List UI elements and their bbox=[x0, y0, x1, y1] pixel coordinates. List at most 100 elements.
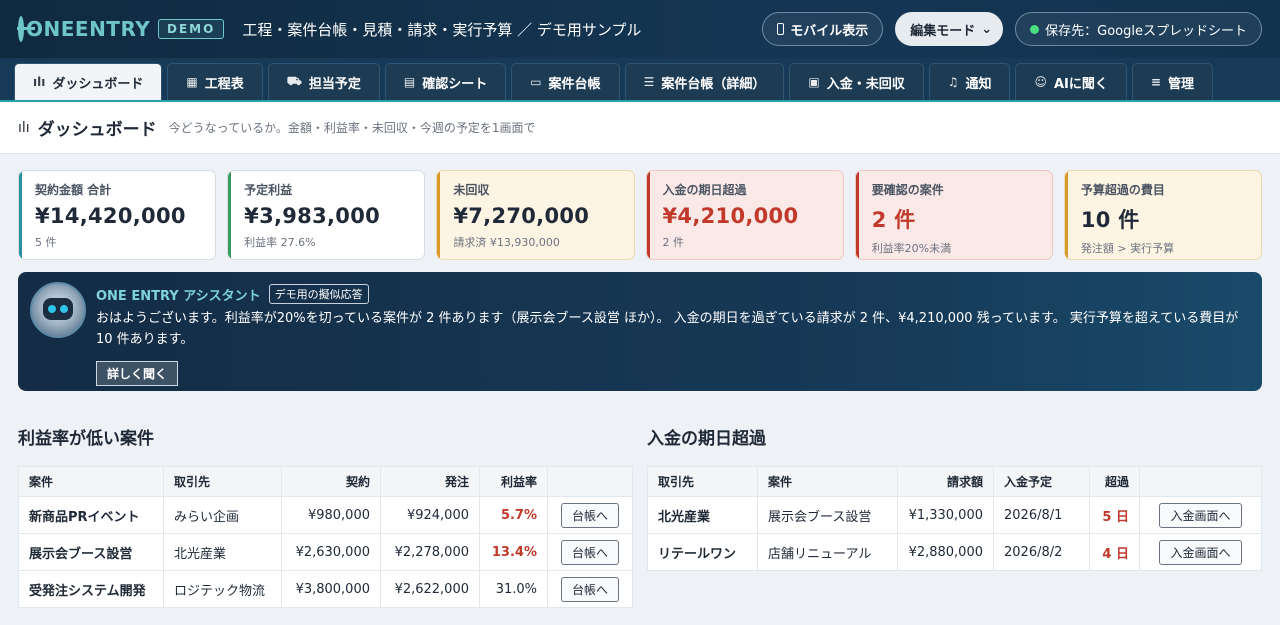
tab-label: AIに聞く bbox=[1054, 76, 1108, 92]
tab-bell[interactable]: ♫ 通知 bbox=[928, 63, 1011, 100]
tab-label: 案件台帳（詳細） bbox=[661, 76, 766, 92]
app-logo[interactable]: ONEENTRY bbox=[17, 16, 151, 42]
kpi-value: 10 件 bbox=[1080, 208, 1140, 232]
action-cell: 入金画面へ bbox=[1139, 496, 1262, 534]
table-row: 受発注システム開発 ロジテック物流 ¥3,800,000 ¥2,622,000 31.0… bbox=[18, 570, 633, 608]
tab-money[interactable]: ▣ 入金・未回収 bbox=[789, 63, 924, 100]
tab-folder[interactable]: ▭ 案件台帳 bbox=[511, 63, 620, 100]
kpi-label: 予算超過の費目 bbox=[1080, 183, 1165, 197]
top-actions: モバイル表示 編集モード ⌄ 保存先：Googleスプレッドシート bbox=[762, 12, 1262, 46]
tab-chart[interactable]: ılı ダッシュボード bbox=[14, 63, 163, 100]
mobile-view-button[interactable]: モバイル表示 bbox=[762, 12, 884, 46]
margin-cell: 31.0% bbox=[479, 570, 548, 608]
robot-icon: ☺ bbox=[1034, 75, 1047, 89]
list-icon: ☰ bbox=[643, 75, 655, 89]
order-cell: ¥924,000 bbox=[380, 496, 480, 534]
kpi-card: 予定利益 ¥3,983,000 利益率 27.6% bbox=[227, 170, 426, 260]
kpi-card: 契約金額 合計 ¥14,420,000 5 件 bbox=[18, 170, 217, 260]
tab-label: 担当予定 bbox=[308, 76, 361, 92]
page-header: ılı ダッシュボード 今どうなっているか。金額・利益率・未回収・今週の予定を1… bbox=[0, 102, 1280, 154]
kpi-card: 入金の期日超過 ¥4,210,000 2 件 bbox=[645, 170, 844, 260]
column-header bbox=[547, 466, 633, 497]
order-cell: ¥2,278,000 bbox=[380, 533, 480, 571]
client-cell: リテールワン bbox=[647, 533, 758, 571]
demo-badge: DEMO bbox=[158, 19, 225, 39]
column-header: 請求額 bbox=[897, 466, 994, 497]
kpi-label: 予定利益 bbox=[244, 183, 293, 197]
low-margin-title: 利益率が低い案件 bbox=[18, 429, 154, 449]
bell-icon: ♫ bbox=[947, 75, 959, 89]
mode-select[interactable]: 編集モード ⌄ bbox=[895, 12, 1004, 46]
order-cell: ¥2,622,000 bbox=[380, 570, 480, 608]
kpi-sub: 5 件 bbox=[35, 236, 57, 249]
page-title: ダッシュボード bbox=[37, 120, 157, 140]
money-icon: ▣ bbox=[808, 75, 820, 89]
assistant-message: おはようございます。利益率が20%を切っている案件が 2 件あります（展示会ブー… bbox=[96, 311, 1239, 347]
kpi-sub: 請求済 ¥13,930,000 bbox=[453, 236, 560, 249]
ask-more-button[interactable]: 詳しく聞く bbox=[96, 361, 179, 386]
table-row: 北光産業 展示会ブース設営 ¥1,330,000 2026/8/1 5 日入金画面へ bbox=[647, 496, 1262, 534]
tab-clipboard[interactable]: ▤ 確認シート bbox=[384, 63, 507, 100]
table-row: 展示会ブース設営 北光産業 ¥2,630,000 ¥2,278,000 13.4% 台帳へ bbox=[18, 533, 633, 571]
open-payment-button[interactable]: 入金画面へ bbox=[1159, 502, 1242, 528]
kpi-label: 入金の期日超過 bbox=[662, 183, 747, 197]
column-header: 発注 bbox=[380, 466, 480, 497]
assistant-name: ONE ENTRY アシスタント bbox=[96, 288, 261, 304]
overdue-section: 入金の期日超過 取引先 案件 請求額 入金予定 超過 北光産業 展示会ブース設営 ¥1,33… bbox=[647, 391, 1262, 608]
kpi-label: 契約金額 合計 bbox=[35, 183, 112, 197]
project-cell: 受発注システム開発 bbox=[18, 570, 164, 608]
kpi-card: 要確認の案件 2 件利益率20%未満 bbox=[854, 170, 1053, 260]
open-ledger-button[interactable]: 台帳へ bbox=[560, 502, 619, 528]
due-date-cell: 2026/8/2 bbox=[993, 533, 1090, 571]
tab-list[interactable]: ☰ 案件台帳（詳細） bbox=[624, 63, 785, 100]
column-header bbox=[1139, 466, 1262, 497]
overdue-table: 取引先 案件 請求額 入金予定 超過 北光産業 展示会ブース設営 ¥1,330,000 202… bbox=[647, 466, 1262, 571]
project-cell: 展示会ブース設営 bbox=[757, 496, 898, 534]
tab-calendar[interactable]: ▦ 工程表 bbox=[167, 63, 263, 100]
kpi-label: 未回収 bbox=[453, 183, 490, 197]
logo-text: ONEENTRY bbox=[26, 17, 151, 41]
client-cell: 北光産業 bbox=[647, 496, 758, 534]
assistant-panel: ONE ENTRY アシスタント デモ用の擬似応答 おはようございます。利益率が… bbox=[18, 272, 1262, 391]
chevron-down-icon: ⌄ bbox=[981, 21, 993, 37]
kpi-sub: 利益率 27.6% bbox=[244, 236, 316, 249]
mobile-view-label: モバイル表示 bbox=[790, 23, 869, 39]
kpi-value: ¥14,420,000 bbox=[35, 204, 186, 228]
kpi-value: ¥4,210,000 bbox=[662, 204, 799, 228]
amount-cell: ¥2,880,000 bbox=[897, 533, 994, 571]
clipboard-icon: ▤ bbox=[403, 75, 416, 89]
tab-label: ダッシュボード bbox=[52, 76, 144, 92]
column-header: 取引先 bbox=[647, 466, 758, 497]
robot-avatar-icon bbox=[30, 282, 86, 338]
client-cell: 北光産業 bbox=[163, 533, 282, 571]
contract-cell: ¥3,800,000 bbox=[281, 570, 381, 608]
kpi-card: 予算超過の費目 10 件発注額 > 実行予算 bbox=[1063, 170, 1263, 260]
tab-label: 通知 bbox=[965, 76, 992, 92]
logo-mark-icon bbox=[17, 16, 35, 42]
tab-label: 管理 bbox=[1167, 76, 1194, 92]
kpi-sub: 発注額 > 実行予算 bbox=[1080, 242, 1175, 255]
tab-robot[interactable]: ☺ AIに聞く bbox=[1015, 63, 1127, 100]
chart-icon: ılı bbox=[18, 119, 30, 136]
chart-icon: ılı bbox=[33, 75, 46, 89]
open-ledger-button[interactable]: 台帳へ bbox=[560, 539, 619, 565]
tab-truck[interactable]: ⛟ 担当予定 bbox=[267, 63, 380, 100]
table-row: リテールワン 店舗リニューアル ¥2,880,000 2026/8/2 4 日入金画面へ bbox=[647, 533, 1262, 571]
tab-sliders[interactable]: ≡ 管理 bbox=[1131, 63, 1213, 100]
tab-label: 確認シート bbox=[422, 76, 488, 92]
column-header: 利益率 bbox=[479, 466, 548, 497]
mode-select-value: 編集モード bbox=[910, 23, 976, 39]
open-ledger-button[interactable]: 台帳へ bbox=[560, 576, 619, 602]
column-header: 案件 bbox=[18, 466, 164, 497]
kpi-value: 2 件 bbox=[871, 208, 916, 232]
column-header: 超過 bbox=[1089, 466, 1140, 497]
low-margin-table: 案件 取引先 契約 発注 利益率 新商品PRイベント みらい企画 ¥980,000 ¥924,… bbox=[18, 466, 633, 608]
project-cell: 新商品PRイベント bbox=[18, 496, 164, 534]
assistant-tag: デモ用の擬似応答 bbox=[268, 284, 369, 304]
open-payment-button[interactable]: 入金画面へ bbox=[1159, 539, 1242, 565]
client-cell: みらい企画 bbox=[163, 496, 282, 534]
kpi-sub: 利益率20%未満 bbox=[871, 242, 952, 255]
storage-status: 保存先：Googleスプレッドシート bbox=[1015, 12, 1262, 46]
calendar-icon: ▦ bbox=[186, 75, 198, 89]
overdue-days-cell: 5 日 bbox=[1089, 496, 1140, 534]
